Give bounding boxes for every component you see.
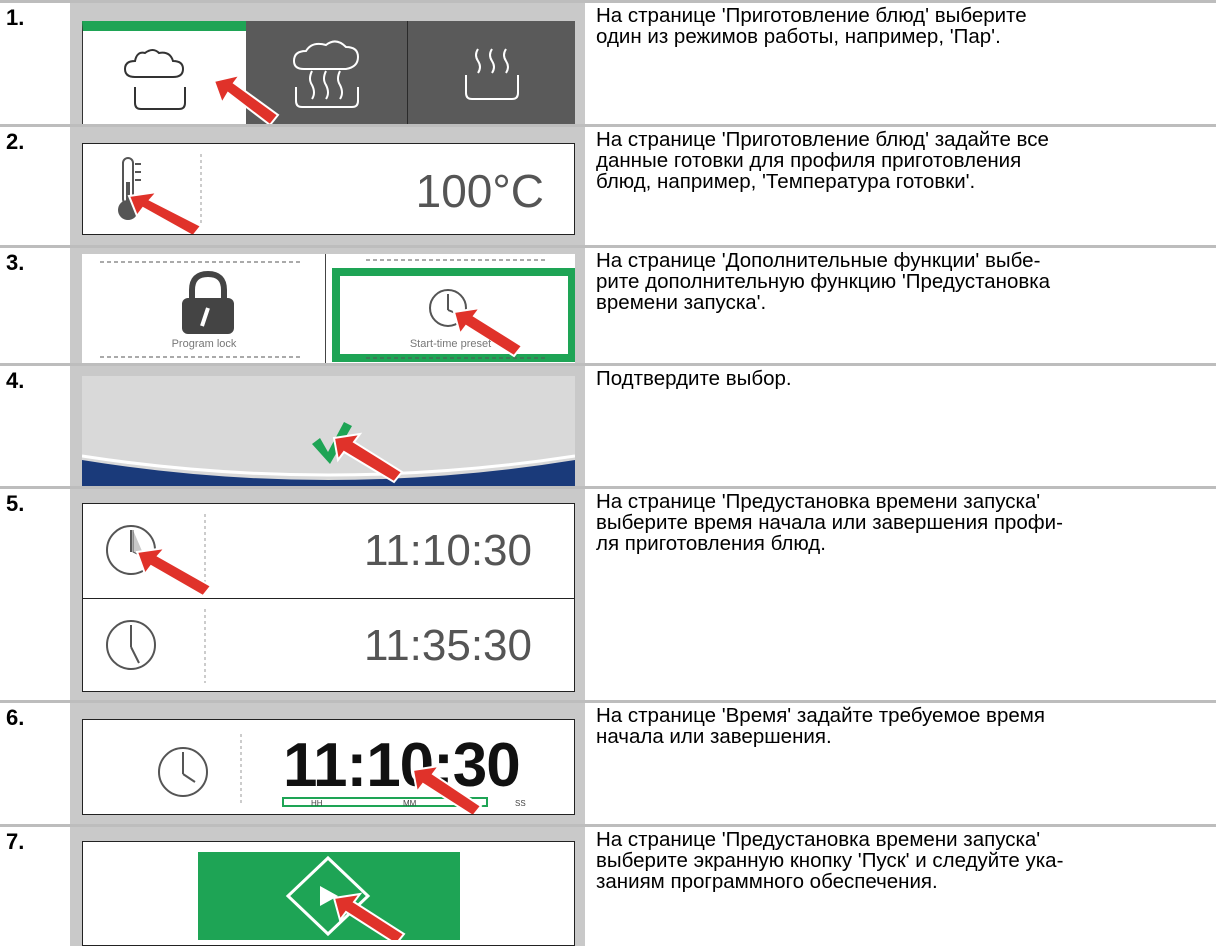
start-time-field[interactable]: 11:10:30 bbox=[82, 503, 575, 599]
step-description: На странице 'Предустановка времени запус… bbox=[596, 828, 1064, 893]
step-description: Подтвердите выбор. bbox=[596, 367, 792, 390]
tile-program-lock[interactable]: Program lock bbox=[82, 254, 326, 363]
end-time-field[interactable]: 11:35:30 bbox=[82, 598, 575, 692]
step-number: 6. bbox=[6, 705, 25, 730]
temperature-field[interactable]: 100°C bbox=[82, 143, 575, 235]
step-5: 5. 11:10:30 11:35:30 На странице 'Предус… bbox=[0, 489, 1216, 700]
checkmark-icon bbox=[82, 422, 575, 486]
pointer-arrow-icon bbox=[135, 546, 213, 598]
screenshot-frame: 100°C bbox=[70, 127, 585, 245]
tab-steam-mode[interactable] bbox=[246, 21, 408, 124]
screenshot-frame bbox=[70, 3, 585, 124]
step-number: 2. bbox=[6, 129, 25, 154]
confirm-button[interactable] bbox=[82, 376, 575, 486]
mode-tabs bbox=[82, 21, 575, 124]
time-setting-field[interactable]: 11:10:30 HH MM SS bbox=[82, 719, 575, 815]
screenshot-frame: Program lock Start-time preset bbox=[70, 248, 585, 363]
step-7: 7. На странице 'Предустановка времени за… bbox=[0, 827, 1216, 946]
end-time-value: 11:35:30 bbox=[363, 621, 532, 670]
step-2: 2. 100°C На странице 'Приготовление блюд… bbox=[0, 127, 1216, 245]
step-6: 6. 11:10:30 HH MM SS На странице 'Время'… bbox=[0, 703, 1216, 824]
tile-start-time-preset[interactable]: Start-time preset bbox=[326, 254, 575, 363]
tile-label: Start-time preset bbox=[409, 338, 492, 350]
tile-label: Program lock bbox=[171, 338, 237, 350]
step-description: На странице 'Время' задайте требуемое вр… bbox=[596, 704, 1045, 748]
step-description: На странице 'Приготовление блюд' задайте… bbox=[596, 128, 1049, 193]
screenshot-frame bbox=[70, 827, 585, 946]
tab-moist-mode[interactable] bbox=[82, 21, 246, 124]
screenshot-frame: 11:10:30 HH MM SS bbox=[70, 703, 585, 824]
start-button[interactable] bbox=[198, 852, 460, 940]
step-4: 4. Подтвердите выбор. bbox=[0, 366, 1216, 486]
step-number: 4. bbox=[6, 368, 25, 393]
screenshot-frame bbox=[70, 366, 585, 486]
cloud-pot-icon bbox=[123, 49, 186, 110]
extra-functions: Program lock Start-time preset bbox=[82, 254, 575, 363]
heat-pot-icon bbox=[465, 48, 519, 100]
step-3: 3. Program lock Start-time preset На стр… bbox=[0, 248, 1216, 363]
start-play-icon bbox=[285, 855, 406, 940]
step-1: 1. На странице 'Приготовление блюд' выбе… bbox=[0, 3, 1216, 124]
step-number: 3. bbox=[6, 250, 25, 275]
step-number: 7. bbox=[6, 829, 25, 854]
start-button-panel bbox=[82, 841, 575, 946]
tab-heat-mode[interactable] bbox=[408, 21, 575, 124]
step-description: На странице 'Дополнительные функции' выб… bbox=[596, 249, 1051, 314]
temperature-value: 100°C bbox=[415, 165, 544, 217]
step-description: На странице 'Предустановка времени запус… bbox=[596, 490, 1063, 555]
step-number: 5. bbox=[6, 491, 25, 516]
screenshot-frame: 11:10:30 11:35:30 bbox=[70, 489, 585, 700]
pointer-arrow-icon bbox=[411, 764, 483, 814]
step-number: 1. bbox=[6, 5, 25, 30]
pointer-arrow-icon bbox=[127, 190, 203, 234]
steam-pot-icon bbox=[292, 40, 360, 108]
start-time-value: 11:10:30 bbox=[363, 526, 532, 575]
step-description: На странице 'Приготовление блюд' выберит… bbox=[596, 4, 1027, 48]
